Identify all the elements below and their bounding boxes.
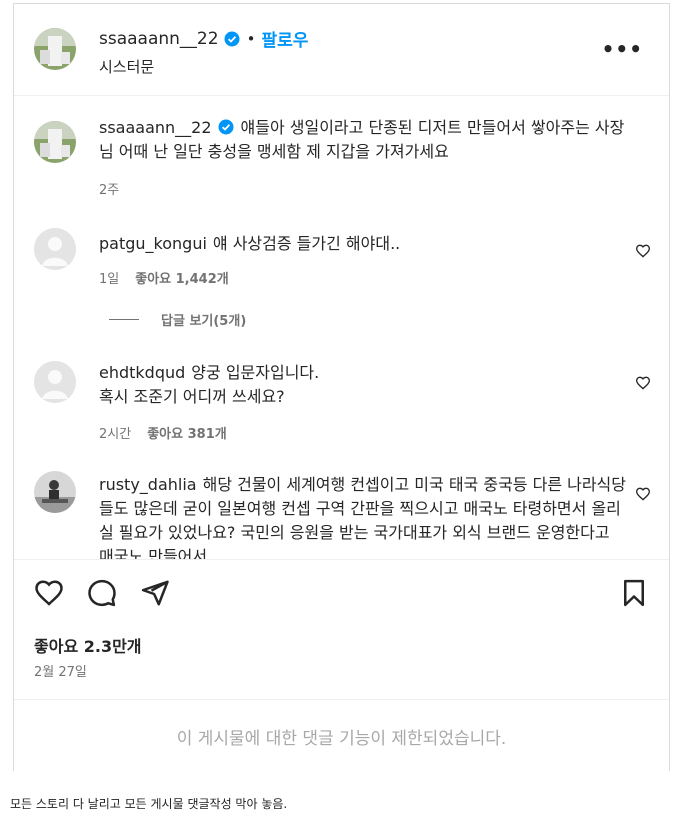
commenter-avatar[interactable] — [34, 228, 76, 270]
replies-divider — [109, 319, 139, 320]
follow-button[interactable]: 팔로우 — [261, 26, 308, 51]
verified-badge-icon — [218, 119, 234, 135]
comment-likes[interactable]: 좋아요 1,442개 — [135, 272, 229, 287]
heart-icon[interactable] — [635, 375, 651, 391]
comment-time: 2시간 — [99, 427, 132, 442]
comment-meta: 2시간 좋아요 381개 — [99, 423, 227, 442]
share-icon[interactable] — [140, 578, 170, 608]
caption-body: ssaaaann__22 얘들아 생일이라고 단종된 디저트 만들어서 쌓아주는 … — [99, 116, 629, 164]
author-username[interactable]: ssaaaann__22 — [99, 29, 219, 49]
comment-username[interactable]: ehdtkdqud — [99, 363, 185, 382]
heart-icon[interactable] — [34, 578, 64, 608]
author-line: ssaaaann__22 • 팔로우 — [99, 26, 308, 52]
comments-restricted-notice: 이 게시물에 대한 댓글 기능이 제한되었습니다. — [14, 699, 669, 771]
post-date: 2월 27일 — [34, 665, 87, 680]
footnote-caption: 모든 스토리 다 날리고 모든 게시물 댓글작성 막아 놓음. — [10, 797, 288, 811]
comment-username[interactable]: patgu_kongui — [99, 234, 207, 253]
comment-body: rusty_dahlia 해당 건물이 세계여행 컨셉이고 미국 태국 중국등 다… — [99, 473, 629, 559]
heart-icon[interactable] — [635, 486, 651, 502]
caption-username[interactable]: ssaaaann__22 — [99, 118, 212, 137]
post-frame: ssaaaann__22 • 팔로우 시스터문 ••• ssaaaann__22… — [13, 3, 670, 771]
comment-meta: 1일 좋아요 1,442개 — [99, 268, 229, 287]
likes-total[interactable]: 좋아요 2.3만개 — [34, 633, 142, 657]
view-replies-label: 답글 보기(5개) — [161, 314, 247, 329]
comment-body: ehdtkdqud 양궁 입문자입니다. 혹시 조준기 어디꺼 쓰세요? — [99, 361, 629, 409]
post-location[interactable]: 시스터문 — [99, 56, 154, 77]
separator-dot: • — [246, 29, 256, 48]
comment-likes[interactable]: 좋아요 381개 — [147, 427, 227, 442]
verified-badge-icon — [224, 31, 240, 47]
view-replies-button[interactable]: 답글 보기(5개) — [109, 310, 246, 329]
comment-username[interactable]: rusty_dahlia — [99, 475, 197, 494]
post-header: ssaaaann__22 • 팔로우 시스터문 ••• — [14, 4, 669, 96]
comment-time: 1일 — [99, 272, 120, 287]
commenter-avatar[interactable] — [34, 361, 76, 403]
comment-text: 얘 사상검증 들가긴 해야대.. — [212, 234, 401, 253]
comment-item: rusty_dahlia 해당 건물이 세계여행 컨셉이고 미국 태국 중국등 다… — [14, 471, 669, 559]
action-bar: 좋아요 2.3만개 2월 27일 — [14, 559, 669, 680]
more-options-icon[interactable]: ••• — [602, 39, 643, 59]
bookmark-icon[interactable] — [619, 578, 649, 608]
commenter-avatar[interactable] — [34, 471, 76, 513]
heart-icon[interactable] — [635, 243, 651, 259]
comment-icon[interactable] — [87, 578, 117, 608]
comment-body: patgu_kongui 얘 사상검증 들가긴 해야대.. — [99, 232, 629, 256]
caption-avatar[interactable] — [34, 121, 76, 163]
caption-time: 2주 — [99, 183, 120, 198]
author-avatar[interactable] — [34, 28, 76, 70]
